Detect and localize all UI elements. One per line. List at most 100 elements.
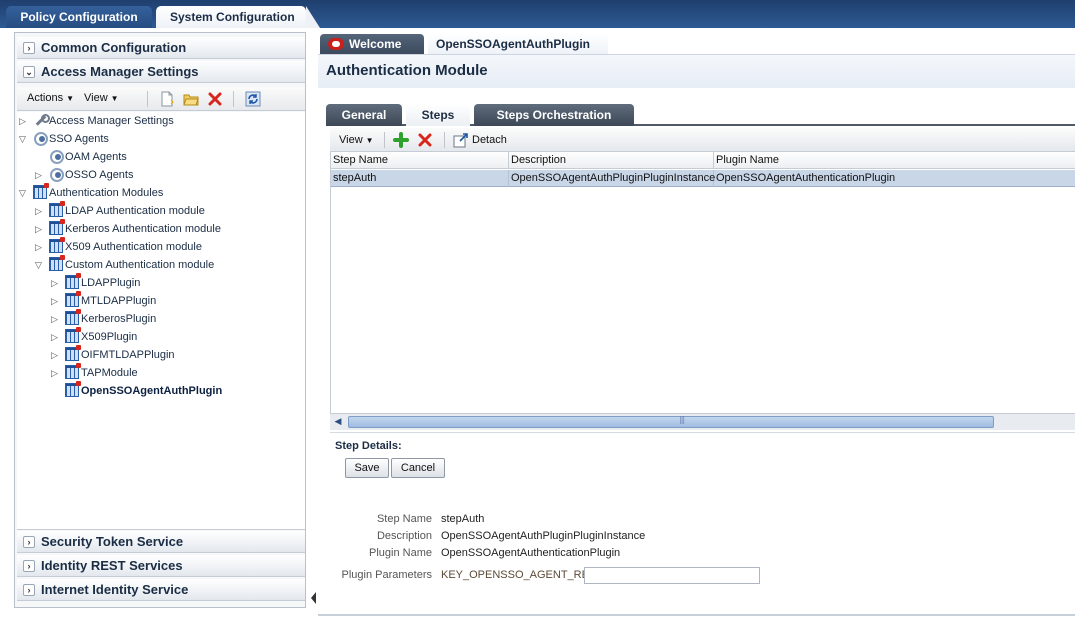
description-value: OpenSSOAgentAuthPluginPluginInstance <box>441 530 646 542</box>
open-folder-icon[interactable] <box>183 91 199 107</box>
collapsed-triangle-icon[interactable]: ▷ <box>51 346 65 364</box>
collapsed-triangle-icon[interactable]: ▷ <box>19 112 33 130</box>
expanded-triangle-icon[interactable]: ▽ <box>35 256 49 274</box>
column-header-step-name[interactable]: Step Name <box>331 152 509 169</box>
collapsed-triangle-icon[interactable]: ▷ <box>35 238 49 256</box>
horizontal-scrollbar[interactable]: ◀ <box>330 413 1075 430</box>
toolbar-divider <box>384 132 385 148</box>
column-header-description[interactable]: Description <box>509 152 714 169</box>
tree-node-label: Access Manager Settings <box>49 115 174 127</box>
steps-toolbar: View ▼ Detach <box>330 128 1075 152</box>
collapsed-triangle-icon[interactable]: ▷ <box>51 310 65 328</box>
chevron-right-icon: › <box>23 560 35 572</box>
accordion-internet-identity-service[interactable]: › Internet Identity Service <box>17 579 305 601</box>
refresh-icon[interactable] <box>245 91 261 107</box>
caret-down-icon: ▼ <box>110 94 119 103</box>
plugin-parameter-key: KEY_OPENSSO_AGENT_REF <box>441 569 596 581</box>
tree-node[interactable]: ▽ Authentication Modules <box>19 183 163 202</box>
caret-down-icon: ▼ <box>365 136 374 145</box>
collapse-panel-icon[interactable] <box>311 592 316 604</box>
tab-steps-orchestration[interactable]: Steps Orchestration <box>474 104 634 126</box>
tree-node[interactable]: ▷ Access Manager Settings <box>19 112 174 130</box>
tree-node[interactable]: ▽ SSO Agents <box>19 130 109 148</box>
step-details-panel: Step Details: Save Cancel Step Name step… <box>330 432 1075 612</box>
tree-node[interactable]: ▷ X509Plugin <box>51 327 137 346</box>
tree-node[interactable]: ▷ Kerberos Authentication module <box>35 219 221 238</box>
tree-node-label: MTLDAPPlugin <box>81 295 157 307</box>
view-menu[interactable]: View ▼ <box>339 134 374 146</box>
collapsed-triangle-icon[interactable]: ▷ <box>51 328 65 346</box>
plugin-parameter-value-input[interactable] <box>584 567 760 584</box>
collapsed-triangle-icon[interactable]: ▷ <box>35 166 49 184</box>
tree-node[interactable]: OpenSSOAgentAuthPlugin <box>51 381 223 400</box>
plugin-parameters-label: Plugin Parameters <box>341 569 433 581</box>
step-name-value: stepAuth <box>441 513 485 525</box>
collapsed-triangle-icon[interactable]: ▷ <box>51 292 65 310</box>
chevron-right-icon: › <box>23 536 35 548</box>
tree-node[interactable]: ▽ Custom Authentication module <box>35 255 214 274</box>
detach-icon[interactable] <box>453 132 469 148</box>
panel-splitter[interactable] <box>306 32 314 620</box>
tree-node[interactable]: OAM Agents <box>35 148 127 166</box>
top-tab-bar: Policy Configuration System Configuratio… <box>0 0 1075 28</box>
module-icon <box>65 345 81 361</box>
accordion-access-manager-settings[interactable]: ⌄ Access Manager Settings <box>17 61 305 83</box>
tree-node-label: TAPModule <box>81 367 138 379</box>
chevron-right-icon: › <box>23 584 35 596</box>
accordion-common-configuration[interactable]: › Common Configuration <box>17 37 305 59</box>
tree-node[interactable]: ▷ LDAP Authentication module <box>35 201 205 220</box>
oracle-logo-icon <box>328 38 344 50</box>
tree-node[interactable]: ▷ KerberosPlugin <box>51 309 156 328</box>
save-button[interactable]: Save <box>345 458 389 478</box>
plugin-name-value: OpenSSOAgentAuthenticationPlugin <box>441 547 621 559</box>
tree-node[interactable]: ▷ X509 Authentication module <box>35 237 202 256</box>
accordion-label: Security Token Service <box>41 534 184 549</box>
tab-general[interactable]: General <box>326 104 402 126</box>
collapsed-triangle-icon[interactable]: ▷ <box>35 202 49 220</box>
delete-step-icon[interactable] <box>417 132 433 148</box>
cell-description: OpenSSOAgentAuthPluginPluginInstance <box>509 170 715 187</box>
tab-welcome[interactable]: Welcome <box>320 34 424 54</box>
tab-plugin[interactable]: OpenSSOAgentAuthPlugin <box>428 34 608 54</box>
tree-node[interactable]: ▷ MTLDAPPlugin <box>51 291 157 310</box>
wrench-icon <box>33 113 50 127</box>
module-tabs: General Steps Steps Orchestration <box>326 104 1075 126</box>
expanded-triangle-icon[interactable]: ▽ <box>19 184 33 202</box>
chevron-right-icon: › <box>23 42 35 54</box>
tree-node-label: OSSO Agents <box>65 169 134 181</box>
module-icon <box>49 237 65 253</box>
scrollbar-thumb[interactable] <box>348 415 994 428</box>
tree-node[interactable]: ▷ TAPModule <box>51 363 138 382</box>
collapsed-triangle-icon[interactable]: ▷ <box>51 274 65 292</box>
new-document-icon[interactable] <box>159 91 175 107</box>
view-menu[interactable]: View ▼ <box>84 92 119 104</box>
tree-node[interactable]: ▷ OIFMTLDAPPlugin <box>51 345 175 364</box>
expanded-triangle-icon[interactable]: ▽ <box>19 130 33 148</box>
tree-toolbar: Actions ▼ View ▼ <box>17 87 305 111</box>
agent-icon <box>49 167 64 182</box>
tree-node-label: LDAP Authentication module <box>65 205 205 217</box>
detach-button[interactable]: Detach <box>472 134 507 146</box>
scroll-left-icon[interactable]: ◀ <box>331 415 345 429</box>
cancel-button[interactable]: Cancel <box>391 458 445 478</box>
column-header-plugin-name[interactable]: Plugin Name <box>714 152 1075 169</box>
tab-policy-configuration[interactable]: Policy Configuration <box>6 6 152 28</box>
cell-plugin-name: OpenSSOAgentAuthenticationPlugin <box>716 172 896 184</box>
tab-system-configuration[interactable]: System Configuration <box>156 6 320 28</box>
collapsed-triangle-icon[interactable]: ▷ <box>35 220 49 238</box>
tree-node[interactable]: ▷ LDAPPlugin <box>51 273 140 292</box>
chevron-down-icon: ⌄ <box>23 66 35 78</box>
page-title: Authentication Module <box>326 62 488 79</box>
actions-menu[interactable]: Actions ▼ <box>27 92 74 104</box>
caret-down-icon: ▼ <box>66 94 74 103</box>
accordion-security-token-service[interactable]: › Security Token Service <box>17 531 305 553</box>
cell-step-name: stepAuth <box>331 170 509 187</box>
accordion-identity-rest-services[interactable]: › Identity REST Services <box>17 555 305 577</box>
table-row[interactable]: stepAuth OpenSSOAgentAuthPluginPluginIns… <box>331 170 1075 187</box>
delete-icon[interactable] <box>207 91 223 107</box>
tab-steps[interactable]: Steps <box>406 104 470 126</box>
collapsed-triangle-icon[interactable]: ▷ <box>51 364 65 382</box>
tree-node[interactable]: ▷ OSSO Agents <box>35 166 133 184</box>
add-step-icon[interactable] <box>393 132 409 148</box>
tree-node-label: OpenSSOAgentAuthPlugin <box>81 385 223 397</box>
